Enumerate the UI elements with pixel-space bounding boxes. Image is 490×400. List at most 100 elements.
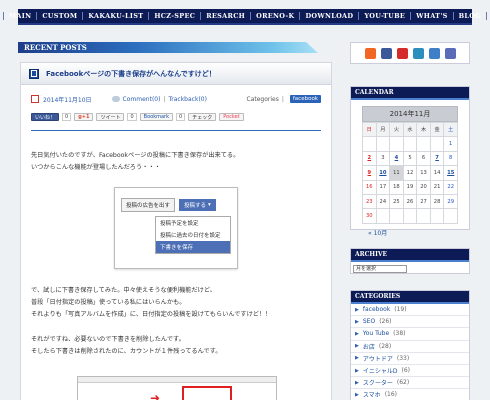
hatena-bookmark-button[interactable]: Bookmark: [139, 113, 173, 121]
category-count: (33): [396, 354, 410, 362]
ad-button: 投稿の広告を出す: [121, 198, 176, 212]
calendar-day: 19: [402, 179, 418, 195]
post-date[interactable]: 2014年11月10日: [43, 95, 92, 104]
calendar-day: [389, 208, 404, 224]
nav-item[interactable]: ORENO-K: [251, 12, 301, 20]
calendar-day[interactable]: 10: [375, 165, 391, 181]
nav-item[interactable]: DOWNLOAD: [300, 12, 360, 20]
calendar-day: [429, 208, 445, 224]
weekday-header: 木: [416, 121, 431, 138]
rss-icon[interactable]: [364, 47, 376, 59]
tweet-button[interactable]: ツイート: [96, 113, 125, 121]
comment-icon: [111, 96, 120, 102]
category-count: (28): [378, 342, 392, 350]
category-name[interactable]: スクーター: [363, 378, 393, 387]
chat-icon[interactable]: [428, 47, 440, 59]
arrow-right-icon: ▶: [355, 379, 359, 386]
nav-item[interactable]: RESARCH: [201, 12, 252, 20]
calendar-day: [402, 208, 418, 224]
category-item[interactable]: ▶ イニシャルD (6): [351, 365, 469, 378]
calendar-day: [389, 136, 404, 152]
mixi-icon[interactable]: [444, 47, 456, 59]
text-line: いつからこんな機能が登場したんだろう・・・: [31, 164, 161, 171]
calendar-day: 22: [443, 179, 458, 195]
calendar-day[interactable]: 2: [362, 150, 377, 167]
category-name[interactable]: スマホ: [363, 390, 381, 399]
calendar-day: 28: [429, 193, 445, 210]
category-item[interactable]: ▶ スマホ (16): [351, 389, 469, 400]
weekday-header: 金: [429, 121, 445, 138]
category-count: (16): [384, 391, 398, 399]
article-title[interactable]: Facebookページの下書き保存がへんなんですけど！: [46, 69, 216, 79]
google-plus-button[interactable]: g+1: [74, 113, 94, 121]
category-item[interactable]: ▶ アウトドア (33): [351, 353, 469, 365]
top-navigation: MAIN CUSTOM KAKAKU-LIST HCZ-SPEC RESARCH OREN…: [2, 9, 488, 25]
calendar-day: 14: [429, 165, 445, 181]
trackback-link[interactable]: Trackback(0): [168, 96, 206, 103]
arrow-right-icon: ▶: [355, 343, 359, 350]
nav-item[interactable]: CUSTOM: [37, 12, 84, 20]
previous-month-link[interactable]: « 10月: [368, 228, 458, 237]
calendar-day: 13: [416, 165, 431, 181]
category-item[interactable]: ▶ お店 (28): [351, 341, 469, 353]
category-badge[interactable]: facebook: [289, 95, 321, 103]
category-name[interactable]: You Tube: [363, 330, 389, 337]
category-count: (38): [393, 330, 406, 338]
calendar-day: [402, 136, 418, 152]
pocket-button[interactable]: Pocket: [219, 113, 244, 121]
bookmark-count: 0: [176, 113, 186, 121]
facebook-icon[interactable]: [380, 47, 392, 59]
check-button[interactable]: チェック: [188, 113, 217, 121]
arrow-right-icon: ▶: [355, 318, 359, 325]
category-name[interactable]: アウトドア: [363, 354, 393, 363]
nav-item[interactable]: BLOG: [454, 12, 488, 20]
archive-title: ARCHIVE: [351, 249, 469, 262]
nav-item[interactable]: KAKAKU-LIST: [83, 12, 150, 20]
weekday-header: 日: [362, 121, 377, 138]
category-name[interactable]: facebook: [363, 306, 390, 313]
post-meta: 2014年11月10日 Comment(0) | Trackback(0) Ca…: [31, 93, 321, 105]
category-item[interactable]: ▶ SEO (26): [351, 316, 469, 329]
calendar-day: 8: [443, 150, 458, 167]
calendar-day: 11: [389, 165, 404, 181]
paragraph-1: 先日気付いたのですが、Facebookページの投稿に下書き保存が出来てる。 いつ…: [31, 150, 323, 174]
arrow-right-icon: ▶: [355, 355, 359, 362]
calendar-day: 27: [416, 193, 431, 210]
arrow-right-icon: ▶: [355, 367, 359, 374]
text-line: それよりも「写真アルバムを作成」に、日付指定の投稿を設けてもらいんですけど！！: [31, 311, 272, 318]
facebook-like-button[interactable]: いいね！: [31, 113, 60, 121]
calendar-day[interactable]: 7: [429, 150, 445, 167]
calendar-day: [362, 136, 377, 152]
home-icon[interactable]: [412, 47, 424, 59]
chevron-down-icon: ▾: [208, 202, 211, 208]
calendar-day: 16: [362, 179, 377, 195]
calendar-day[interactable]: 9: [362, 165, 377, 181]
archive-widget: ARCHIVE 月を選択: [350, 248, 470, 274]
archive-select[interactable]: 月を選択: [353, 265, 407, 273]
categories-title: CATEGORIES: [351, 291, 469, 304]
recent-posts-header: RECENT POSTS: [18, 42, 318, 53]
nav-item[interactable]: WHAT'S: [411, 12, 454, 20]
text-line: で、試しに下書き保存してみた。中々使えそうな便利機能だけど、: [31, 287, 216, 294]
calendar-day[interactable]: 4: [389, 150, 404, 167]
categories-list: ▶ facebook (19) ▶ SEO (26) ▶ You Tube (38) ▶ お店 (28…: [351, 304, 469, 400]
calendar-day: [416, 136, 431, 152]
nav-item[interactable]: HCZ-SPEC: [149, 12, 202, 20]
nav-item[interactable]: MAIN: [2, 12, 38, 20]
calendar-table: 日月火水木金土 1 2 3 4 5 6 7 8 9 10 11 12 13 14 15 16 17 18 19 20 21…: [362, 121, 458, 224]
calendar-day: [443, 208, 458, 224]
comments-link[interactable]: Comment(0): [123, 96, 161, 103]
category-name[interactable]: お店: [363, 342, 375, 351]
category-name[interactable]: SEO: [363, 318, 375, 325]
category-name[interactable]: イニシャルD: [363, 366, 398, 375]
category-item[interactable]: ▶ スクーター (62): [351, 377, 469, 390]
nav-item[interactable]: YOU-TUBE: [359, 12, 412, 20]
youtube-icon[interactable]: [396, 47, 408, 59]
category-item[interactable]: ▶ facebook (19): [351, 304, 469, 317]
calendar-day[interactable]: 15: [443, 165, 458, 181]
article-icon: [29, 68, 39, 79]
category-item[interactable]: ▶ You Tube (38): [351, 328, 469, 341]
arrow-icon: ➜: [150, 391, 161, 400]
calendar-widget: CALENDAR 2014年11月 日月火水木金土 1 2 3 4 5 6 7 8 9 10 11 12…: [350, 86, 470, 237]
arrow-right-icon: ▶: [355, 330, 359, 337]
